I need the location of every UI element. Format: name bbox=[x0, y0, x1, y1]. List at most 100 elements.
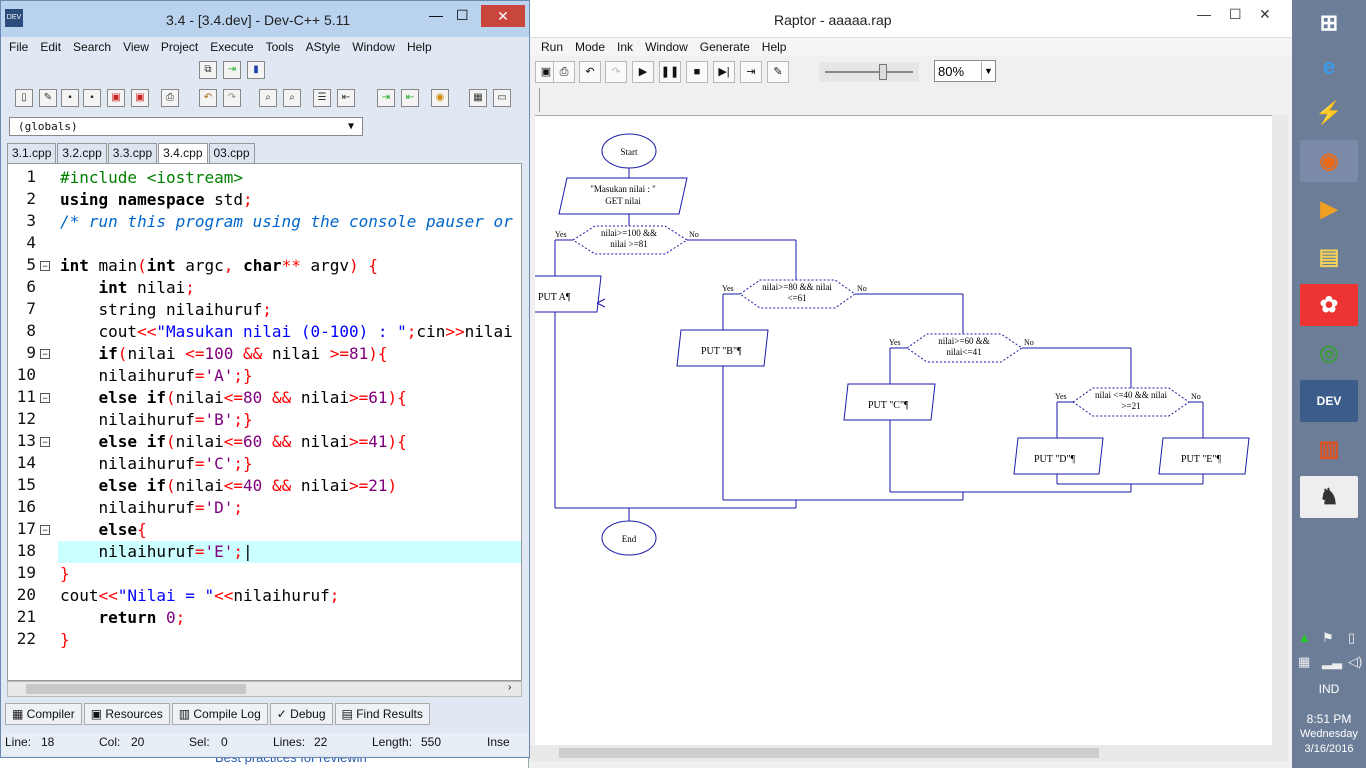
notification-icon[interactable]: ▲ bbox=[1298, 630, 1311, 645]
menu-project[interactable]: Project bbox=[155, 37, 204, 57]
menu-astyle[interactable]: AStyle bbox=[300, 37, 347, 57]
speed-slider[interactable] bbox=[819, 62, 919, 82]
devcpp-icon[interactable]: DEV bbox=[1300, 380, 1358, 422]
step-icon[interactable]: ▶| bbox=[713, 61, 735, 83]
menu-mode[interactable]: Mode bbox=[569, 38, 611, 56]
app-icon[interactable]: ✿ bbox=[1300, 284, 1358, 326]
tab-find-results[interactable]: ▤ Find Results bbox=[334, 703, 430, 725]
maximize-button[interactable]: ☐ bbox=[1229, 6, 1242, 23]
tab-3-1[interactable]: 3.1.cpp bbox=[7, 143, 57, 163]
volume-icon[interactable]: ◁) bbox=[1348, 654, 1362, 670]
menu-tools[interactable]: Tools bbox=[260, 37, 300, 57]
fold-toggle-icon[interactable]: − bbox=[40, 393, 50, 403]
d1-line2: nilai >=81 bbox=[610, 239, 647, 249]
fold-toggle-icon[interactable]: − bbox=[40, 437, 50, 447]
zoom-select[interactable]: 80% ▼ bbox=[934, 60, 996, 82]
flag-icon[interactable]: ⚑ bbox=[1322, 630, 1334, 646]
dev-maximize-button[interactable]: ☐ bbox=[456, 7, 469, 24]
stop-icon[interactable]: ■ bbox=[686, 61, 708, 83]
tab-debug[interactable]: ✓ Debug bbox=[269, 703, 333, 725]
editor-hscrollbar[interactable]: › bbox=[7, 681, 522, 697]
save-all-icon[interactable]: ▪ bbox=[83, 89, 101, 107]
gimp-icon[interactable]: ♞ bbox=[1300, 476, 1358, 518]
fold-toggle-icon[interactable]: − bbox=[40, 261, 50, 271]
menu-help[interactable]: Help bbox=[756, 38, 793, 56]
fold-toggle-icon[interactable]: − bbox=[40, 525, 50, 535]
pause-icon[interactable]: ❚❚ bbox=[659, 61, 681, 83]
menu-view[interactable]: View bbox=[117, 37, 155, 57]
dev-close-button[interactable]: ✕ bbox=[481, 5, 525, 27]
code-editor[interactable]: 1 2 3 4 5−6 7 8 9−10 11−12 13−14 15 16 17−18 19 20 21 22… bbox=[7, 163, 522, 681]
line-number: 11 bbox=[16, 387, 36, 406]
close-all-icon[interactable]: ▣ bbox=[131, 89, 149, 107]
close-button[interactable]: ✕ bbox=[1259, 6, 1271, 23]
fold-toggle-icon[interactable]: − bbox=[40, 349, 50, 359]
new-file-icon[interactable]: ▯ bbox=[15, 89, 33, 107]
tab-resources[interactable]: ▣ Resources bbox=[83, 703, 170, 725]
tab-3-2[interactable]: 3.2.cpp bbox=[57, 143, 107, 163]
book-icon[interactable]: ▮ bbox=[247, 61, 265, 79]
windows-start-icon[interactable]: ⊞ bbox=[1300, 2, 1358, 44]
unindent-icon[interactable]: ⇤ bbox=[337, 89, 355, 107]
minimize-button[interactable]: — bbox=[1197, 6, 1211, 22]
chrome-icon[interactable]: ◎ bbox=[1300, 332, 1358, 374]
menu-window[interactable]: Window bbox=[639, 38, 694, 56]
redo-dev-icon[interactable]: ↷ bbox=[223, 89, 241, 107]
panel-icon[interactable]: ▭ bbox=[493, 89, 511, 107]
redo-icon[interactable]: ↷ bbox=[605, 61, 627, 83]
indent-icon[interactable]: ☰ bbox=[313, 89, 331, 107]
goto-icon[interactable]: ⇥ bbox=[377, 89, 395, 107]
media-player-icon[interactable]: ▶ bbox=[1300, 188, 1358, 230]
undo-icon[interactable]: ↶ bbox=[579, 61, 601, 83]
back-icon[interactable]: ⇤ bbox=[401, 89, 419, 107]
menu-execute[interactable]: Execute bbox=[204, 37, 259, 57]
close-file-icon[interactable]: ▣ bbox=[107, 89, 125, 107]
code-text[interactable]: #include <iostream> using namespace std;… bbox=[60, 167, 513, 651]
play-icon[interactable]: ▶ bbox=[632, 61, 654, 83]
menu-ink[interactable]: Ink bbox=[611, 38, 639, 56]
vertical-scrollbar[interactable] bbox=[1272, 115, 1288, 745]
battery-icon[interactable]: ▯ bbox=[1348, 630, 1355, 646]
menu-run[interactable]: Run bbox=[535, 38, 569, 56]
tab-compile-log[interactable]: ▥ Compile Log bbox=[171, 703, 268, 725]
undo-dev-icon[interactable]: ↶ bbox=[199, 89, 217, 107]
astyle-icon[interactable]: ◉ bbox=[431, 89, 449, 107]
folder-icon[interactable]: ▤ bbox=[1300, 236, 1358, 278]
replace-icon[interactable]: ⌕ bbox=[283, 89, 301, 107]
find-icon[interactable]: ⌕ bbox=[259, 89, 277, 107]
horizontal-scrollbar[interactable] bbox=[529, 745, 1288, 761]
step-into-icon[interactable]: ⇥ bbox=[740, 61, 762, 83]
internet-explorer-icon[interactable]: e bbox=[1300, 46, 1358, 88]
clock-time[interactable]: 8:51 PM bbox=[1292, 712, 1366, 726]
firefox-icon[interactable]: ◉ bbox=[1300, 140, 1358, 182]
signal-icon[interactable]: ▂▃ bbox=[1322, 654, 1342, 670]
print-icon[interactable]: ⎙ bbox=[553, 61, 575, 83]
pen-icon[interactable]: ✎ bbox=[767, 61, 789, 83]
print-file-icon[interactable]: ⎙ bbox=[161, 89, 179, 107]
layout-icon[interactable]: ▦ bbox=[469, 89, 487, 107]
network-icon[interactable]: ▦ bbox=[1298, 654, 1310, 670]
scope-combo[interactable]: (globals) ▼ bbox=[9, 117, 363, 136]
menu-window-dev[interactable]: Window bbox=[346, 37, 401, 57]
menu-edit[interactable]: Edit bbox=[34, 37, 67, 57]
open-icon[interactable]: ✎ bbox=[39, 89, 57, 107]
flowchart-canvas[interactable]: Start "Masukan nilai : " GET nilai nilai… bbox=[522, 115, 1272, 745]
tab-3-3[interactable]: 3.3.cpp bbox=[107, 143, 158, 163]
tab-compiler[interactable]: ▦ Compiler bbox=[5, 703, 82, 725]
combo-chevron-icon[interactable]: ▼ bbox=[348, 118, 354, 135]
language-indicator[interactable]: IND bbox=[1292, 682, 1366, 696]
chevron-down-icon[interactable]: ▼ bbox=[981, 62, 995, 80]
save-file-icon[interactable]: ▪ bbox=[61, 89, 79, 107]
menu-file[interactable]: File bbox=[3, 37, 34, 57]
tab-3-4[interactable]: 3.4.cpp bbox=[158, 143, 208, 164]
putB-label: PUT "B"¶ bbox=[701, 346, 742, 357]
menu-generate[interactable]: Generate bbox=[694, 38, 756, 56]
menu-search[interactable]: Search bbox=[67, 37, 117, 57]
menu-help-dev[interactable]: Help bbox=[401, 37, 438, 57]
powerpoint-icon[interactable]: ▥ bbox=[1300, 428, 1358, 470]
raptor-icon[interactable]: ⚡ bbox=[1300, 92, 1358, 134]
add-file-icon[interactable]: ⇥ bbox=[223, 61, 241, 79]
project-icon[interactable]: ⧉ bbox=[199, 61, 217, 79]
dev-minimize-button[interactable]: — bbox=[429, 7, 443, 23]
tab-03[interactable]: 03.cpp bbox=[208, 143, 255, 163]
